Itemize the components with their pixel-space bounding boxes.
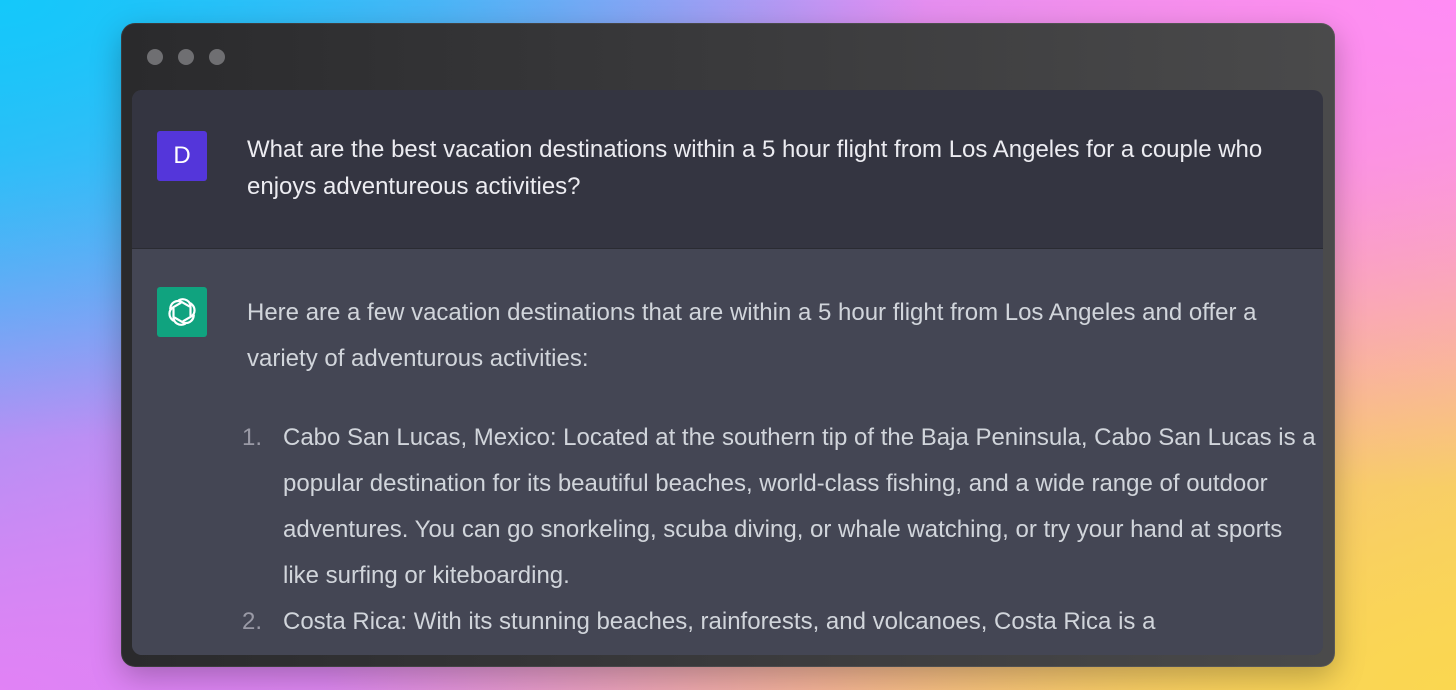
user-message-row: D What are the best vacation destination… xyxy=(132,90,1323,249)
list-item: 2. Costa Rica: With its stunning beaches… xyxy=(232,599,1317,645)
minimize-window-button[interactable] xyxy=(178,49,194,65)
assistant-message-row: Here are a few vacation destinations tha… xyxy=(132,249,1323,655)
list-item: 1. Cabo San Lucas, Mexico: Located at th… xyxy=(232,415,1317,599)
chat-thread: D What are the best vacation destination… xyxy=(132,90,1323,655)
close-window-button[interactable] xyxy=(147,49,163,65)
openai-logo-icon xyxy=(157,287,207,337)
list-item-text: Cabo San Lucas, Mexico: Located at the s… xyxy=(283,424,1316,589)
app-window: D What are the best vacation destination… xyxy=(121,23,1335,667)
window-controls xyxy=(147,49,225,65)
list-item-number: 1. xyxy=(241,424,262,451)
assistant-intro-text: Here are a few vacation destinations tha… xyxy=(247,299,1257,372)
list-item-text: Costa Rica: With its stunning beaches, r… xyxy=(283,608,1156,635)
user-avatar: D xyxy=(157,131,207,181)
user-message-text: What are the best vacation destinations … xyxy=(247,136,1263,200)
list-item-number: 2. xyxy=(241,608,262,635)
zoom-window-button[interactable] xyxy=(209,49,225,65)
destination-list: 1. Cabo San Lucas, Mexico: Located at th… xyxy=(232,415,1317,645)
